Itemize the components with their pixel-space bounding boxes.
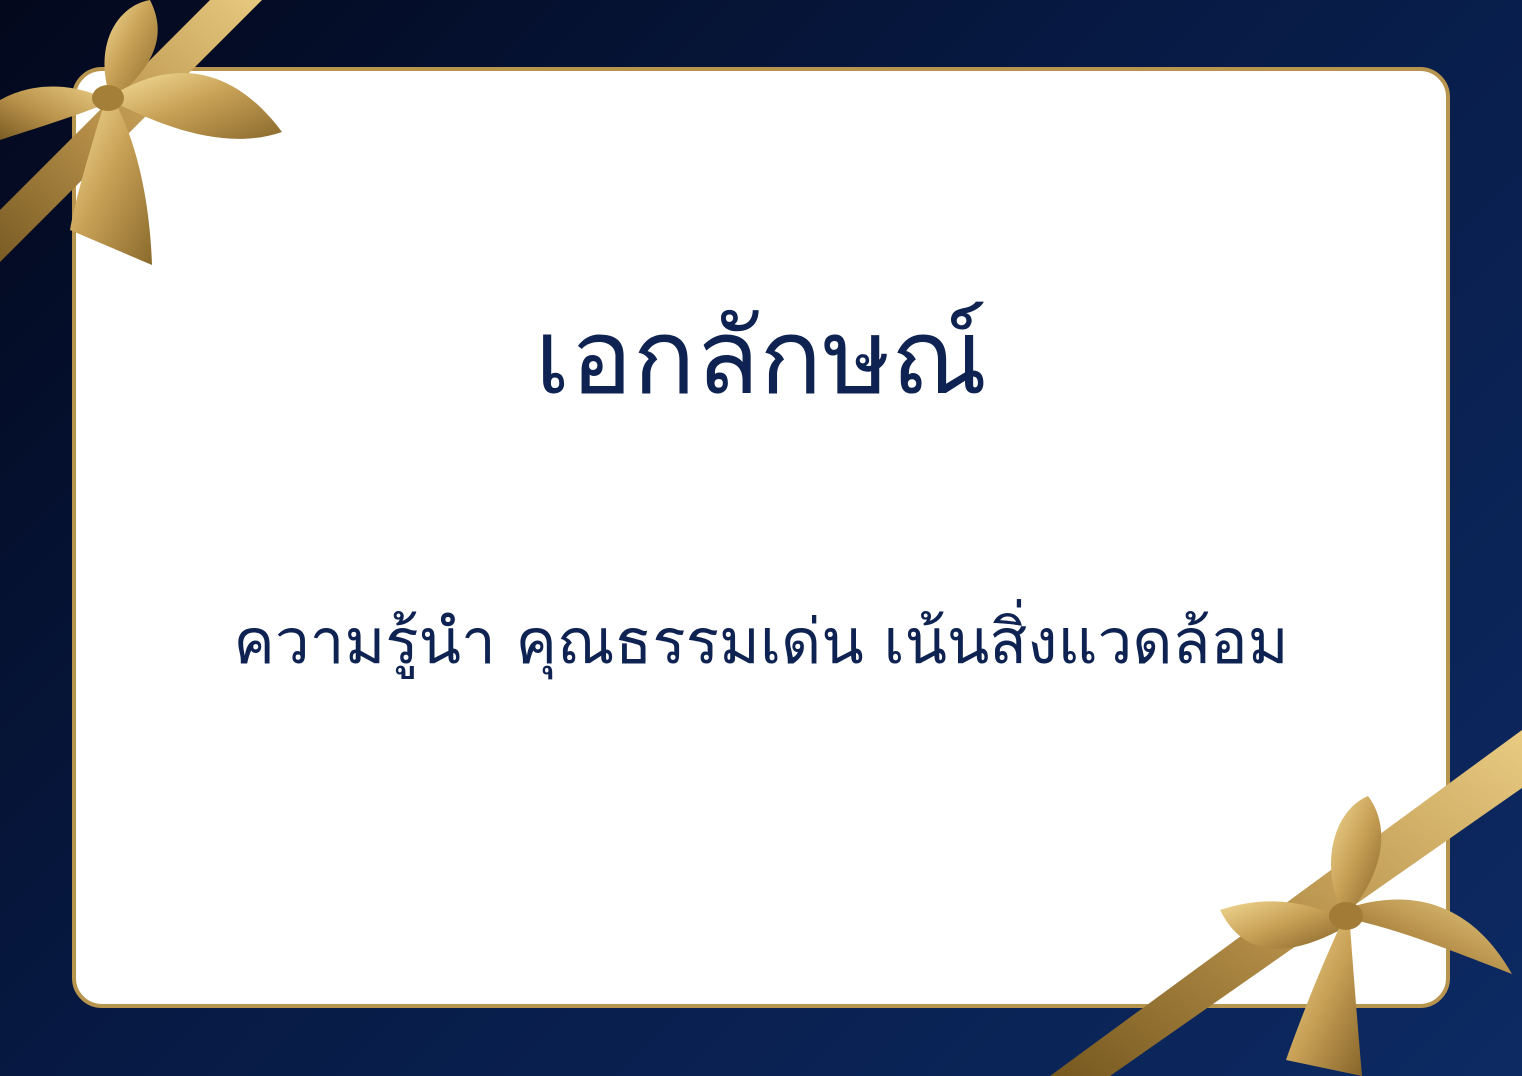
- page-title: เอกลักษณ์: [534, 296, 988, 418]
- page-subtitle: ความรู้นำ คุณธรรมเด่น เน้นสิ่งแวดล้อม: [233, 605, 1289, 678]
- gold-ribbon-bow-icon: [0, 0, 282, 265]
- gold-ribbon-bow-icon: [1050, 730, 1522, 1076]
